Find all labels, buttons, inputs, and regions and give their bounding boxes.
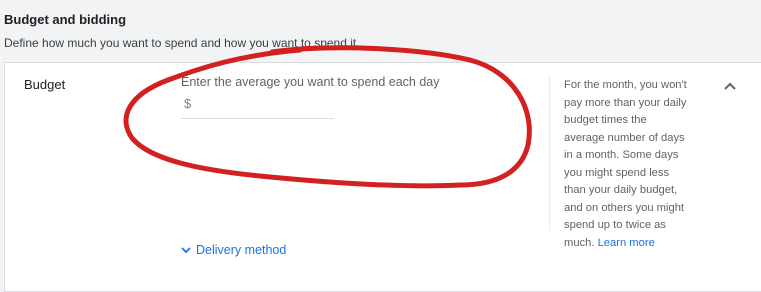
budget-card: Budget Enter the average you want to spe… xyxy=(4,62,761,292)
delivery-method-label: Delivery method xyxy=(196,243,287,257)
delivery-method-toggle[interactable]: Delivery method xyxy=(181,243,286,257)
budget-help-body: For the month, you won't pay more than y… xyxy=(564,79,687,249)
section-header: Budget and bidding Define how much you w… xyxy=(4,12,356,50)
chevron-up-icon xyxy=(724,82,736,90)
chevron-down-icon xyxy=(181,246,191,253)
section-title: Budget and bidding xyxy=(4,12,127,27)
budget-label: Budget xyxy=(24,77,66,92)
daily-budget-input[interactable] xyxy=(181,118,334,119)
learn-more-link[interactable]: Learn more xyxy=(598,237,655,249)
section-subtitle: Define how much you want to spend and ho… xyxy=(4,36,357,50)
collapse-button[interactable] xyxy=(722,78,738,94)
help-divider xyxy=(549,75,550,231)
currency-symbol: $ xyxy=(184,96,192,111)
daily-budget-field-label: Enter the average you want to spend each… xyxy=(181,75,440,89)
budget-help-text: For the month, you won't pay more than y… xyxy=(564,77,688,252)
